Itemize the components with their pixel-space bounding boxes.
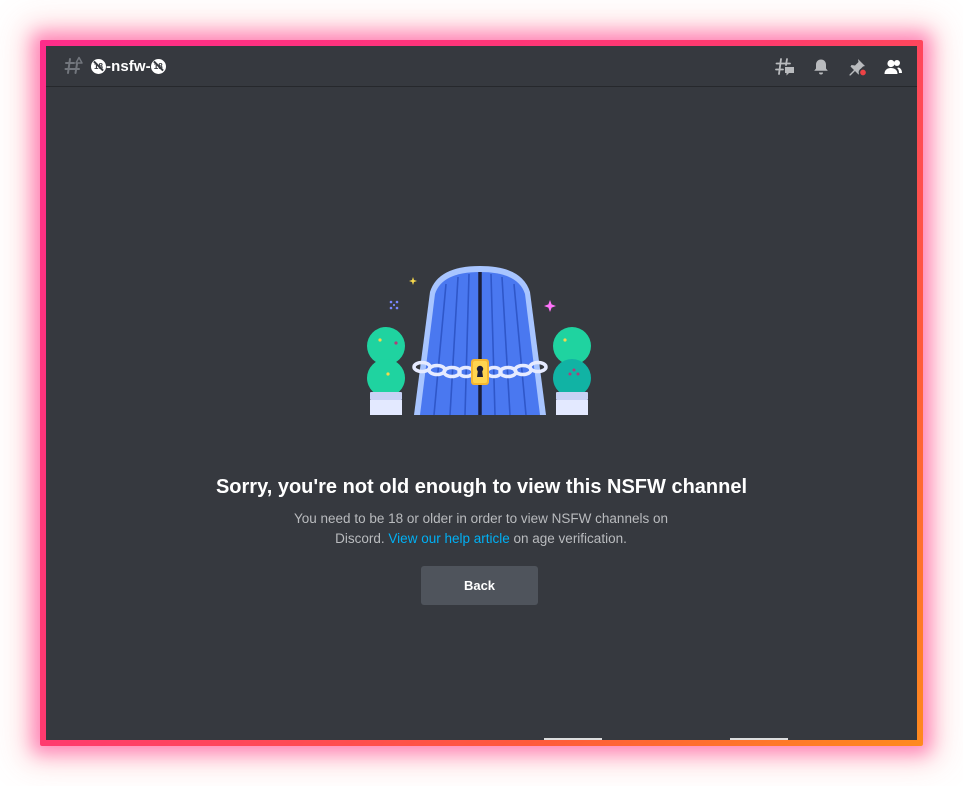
bottom-divider-right (730, 738, 788, 740)
gate-description-tail: on age verification. (513, 531, 627, 546)
bell-icon[interactable] (811, 57, 831, 77)
pin-icon[interactable] (847, 57, 867, 77)
gate-title: Sorry, you're not old enough to view thi… (215, 476, 748, 498)
channel-header: 18 -nsfw- 18 (46, 46, 917, 87)
age-18-badge-right: 18 (150, 58, 166, 74)
bottom-divider-left (544, 738, 602, 740)
age-18-badge-left: 18 (91, 58, 106, 74)
nsfw-gate: Sorry, you're not old enough to view thi… (46, 88, 917, 740)
header-toolbar (775, 46, 903, 87)
members-icon[interactable] (883, 57, 903, 77)
threads-icon[interactable] (775, 57, 795, 77)
app-window: 18 -nsfw- 18 Sorry, you're not old enoug… (46, 46, 917, 740)
back-button[interactable]: Back (421, 566, 538, 605)
channel-name: 18 -nsfw- 18 (91, 58, 166, 75)
locked-door-illustration (367, 266, 591, 416)
gate-description: You need to be 18 or older in order to v… (281, 509, 681, 549)
channel-name-text: -nsfw- (106, 57, 151, 75)
help-article-link[interactable]: View our help article (388, 531, 509, 546)
hashtag-nsfw-icon (64, 56, 84, 76)
